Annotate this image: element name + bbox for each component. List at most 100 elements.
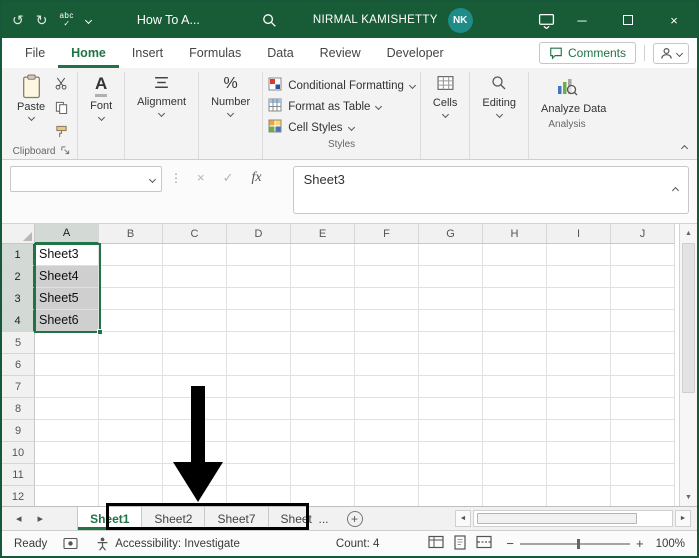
cell-B11[interactable] bbox=[99, 464, 163, 486]
cell-B1[interactable] bbox=[99, 244, 163, 266]
cell-I9[interactable] bbox=[547, 420, 611, 442]
cell-D2[interactable] bbox=[227, 266, 291, 288]
row-header-3[interactable]: 3 bbox=[2, 288, 35, 310]
select-all-button[interactable] bbox=[2, 224, 35, 244]
sheet-tab-sheet7[interactable]: Sheet7 bbox=[205, 507, 269, 530]
cell-F5[interactable] bbox=[355, 332, 419, 354]
cell-F9[interactable] bbox=[355, 420, 419, 442]
cell-styles-button[interactable]: Cell Styles bbox=[268, 118, 415, 137]
cell-E5[interactable] bbox=[291, 332, 355, 354]
cell-E10[interactable] bbox=[291, 442, 355, 464]
row-header-8[interactable]: 8 bbox=[2, 398, 35, 420]
cell-I7[interactable] bbox=[547, 376, 611, 398]
cell-E7[interactable] bbox=[291, 376, 355, 398]
column-header-I[interactable]: I bbox=[547, 224, 611, 244]
cell-E6[interactable] bbox=[291, 354, 355, 376]
cell-B6[interactable] bbox=[99, 354, 163, 376]
column-header-F[interactable]: F bbox=[355, 224, 419, 244]
clipboard-dialog-launcher-icon[interactable] bbox=[60, 145, 70, 158]
normal-view-icon[interactable] bbox=[428, 535, 444, 552]
cell-J11[interactable] bbox=[611, 464, 675, 486]
column-header-C[interactable]: C bbox=[163, 224, 227, 244]
cell-H10[interactable] bbox=[483, 442, 547, 464]
tab-scroll-left-icon[interactable]: ◂ bbox=[2, 507, 30, 530]
close-button[interactable]: × bbox=[651, 2, 697, 38]
column-header-D[interactable]: D bbox=[227, 224, 291, 244]
row-header-4[interactable]: 4 bbox=[2, 310, 35, 332]
formula-input[interactable]: Sheet3 bbox=[292, 166, 689, 214]
cell-B10[interactable] bbox=[99, 442, 163, 464]
hscroll-right-icon[interactable]: ► bbox=[675, 510, 691, 527]
cell-A1[interactable]: Sheet3 bbox=[35, 244, 99, 266]
cell-G1[interactable] bbox=[419, 244, 483, 266]
cell-I6[interactable] bbox=[547, 354, 611, 376]
row-header-9[interactable]: 9 bbox=[2, 420, 35, 442]
row-header-6[interactable]: 6 bbox=[2, 354, 35, 376]
cell-I10[interactable] bbox=[547, 442, 611, 464]
cell-D3[interactable] bbox=[227, 288, 291, 310]
cell-D10[interactable] bbox=[227, 442, 291, 464]
cell-H4[interactable] bbox=[483, 310, 547, 332]
cell-H8[interactable] bbox=[483, 398, 547, 420]
cell-H3[interactable] bbox=[483, 288, 547, 310]
collapse-ribbon-icon[interactable] bbox=[680, 144, 689, 153]
cell-D8[interactable] bbox=[227, 398, 291, 420]
sheet-tab-sheet2[interactable]: Sheet2 bbox=[142, 507, 206, 530]
tab-scroll-right-icon[interactable]: ▸ bbox=[30, 507, 52, 530]
cell-C6[interactable] bbox=[163, 354, 227, 376]
avatar[interactable]: NK bbox=[447, 7, 473, 33]
expand-formula-bar-icon[interactable] bbox=[671, 186, 680, 194]
cell-G7[interactable] bbox=[419, 376, 483, 398]
spelling-icon[interactable]: abc ✓ bbox=[59, 12, 73, 28]
horizontal-scrollbar[interactable]: ◄ ► bbox=[455, 507, 697, 530]
row-header-2[interactable]: 2 bbox=[2, 266, 35, 288]
cell-G12[interactable] bbox=[419, 486, 483, 506]
page-break-view-icon[interactable] bbox=[476, 535, 492, 552]
column-header-A[interactable]: A bbox=[35, 224, 99, 244]
cell-E11[interactable] bbox=[291, 464, 355, 486]
format-as-table-button[interactable]: Format as Table bbox=[268, 97, 415, 116]
cell-J9[interactable] bbox=[611, 420, 675, 442]
cell-A4[interactable]: Sheet6 bbox=[35, 310, 99, 332]
row-header-5[interactable]: 5 bbox=[2, 332, 35, 354]
row-header-1[interactable]: 1 bbox=[2, 244, 35, 266]
cell-H12[interactable] bbox=[483, 486, 547, 506]
conditional-formatting-button[interactable]: Conditional Formatting bbox=[268, 76, 416, 95]
cell-I5[interactable] bbox=[547, 332, 611, 354]
vertical-scrollbar[interactable]: ▲ ▼ bbox=[679, 224, 697, 506]
vertical-scrollbar-thumb[interactable] bbox=[682, 243, 695, 393]
cell-J3[interactable] bbox=[611, 288, 675, 310]
cell-I2[interactable] bbox=[547, 266, 611, 288]
row-header-10[interactable]: 10 bbox=[2, 442, 35, 464]
cell-B8[interactable] bbox=[99, 398, 163, 420]
cell-J6[interactable] bbox=[611, 354, 675, 376]
zoom-out-button[interactable]: − bbox=[506, 536, 514, 551]
number-group-button[interactable]: % Number bbox=[204, 72, 257, 117]
scroll-down-icon[interactable]: ▼ bbox=[680, 488, 697, 506]
cell-D9[interactable] bbox=[227, 420, 291, 442]
cell-B9[interactable] bbox=[99, 420, 163, 442]
analyze-data-button[interactable]: Analyze Data bbox=[534, 72, 606, 117]
cell-A6[interactable] bbox=[35, 354, 99, 376]
cell-J5[interactable] bbox=[611, 332, 675, 354]
undo-icon[interactable]: ↺ bbox=[12, 12, 24, 29]
cell-E4[interactable] bbox=[291, 310, 355, 332]
cell-G3[interactable] bbox=[419, 288, 483, 310]
cell-J1[interactable] bbox=[611, 244, 675, 266]
tab-home[interactable]: Home bbox=[58, 38, 119, 68]
cell-F11[interactable] bbox=[355, 464, 419, 486]
row-header-7[interactable]: 7 bbox=[2, 376, 35, 398]
cell-B5[interactable] bbox=[99, 332, 163, 354]
cell-G11[interactable] bbox=[419, 464, 483, 486]
maximize-button[interactable] bbox=[605, 2, 651, 38]
hscroll-track[interactable] bbox=[473, 510, 673, 527]
column-header-G[interactable]: G bbox=[419, 224, 483, 244]
redo-icon[interactable]: ↻ bbox=[36, 12, 48, 29]
insert-function-icon[interactable]: fx bbox=[252, 170, 262, 186]
new-sheet-button[interactable]: + bbox=[346, 510, 363, 527]
tab-review[interactable]: Review bbox=[307, 38, 374, 68]
zoom-thumb[interactable] bbox=[577, 538, 581, 549]
cell-C3[interactable] bbox=[163, 288, 227, 310]
cell-B7[interactable] bbox=[99, 376, 163, 398]
format-painter-icon[interactable] bbox=[55, 125, 68, 143]
